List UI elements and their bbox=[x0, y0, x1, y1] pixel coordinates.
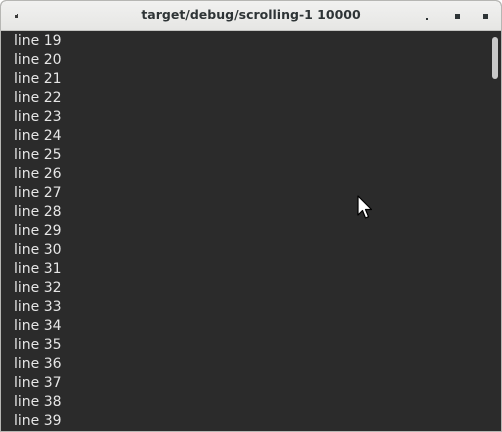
list-item: line 38 bbox=[14, 394, 62, 410]
list-item: line 32 bbox=[14, 280, 62, 296]
scrolling-content[interactable]: line 19 line 20 line 21 line 22 line 23 line … bbox=[1, 31, 501, 431]
list-item: line 24 bbox=[14, 128, 62, 144]
scrollbar-thumb[interactable] bbox=[492, 36, 498, 79]
list-item: line 27 bbox=[14, 185, 62, 201]
list-item: line 19 bbox=[14, 33, 62, 49]
list-item: line 34 bbox=[14, 318, 62, 334]
list-item: line 25 bbox=[14, 147, 62, 163]
line-list: line 19 line 20 line 21 line 22 line 23 line … bbox=[14, 32, 62, 431]
list-item: line 37 bbox=[14, 375, 62, 391]
maximize-icon[interactable] bbox=[449, 8, 465, 24]
app-window: target/debug/scrolling-1 10000 line 19 li… bbox=[0, 0, 502, 432]
close-icon[interactable] bbox=[477, 8, 493, 24]
title-bar[interactable]: target/debug/scrolling-1 10000 bbox=[1, 1, 501, 31]
list-item: line 35 bbox=[14, 337, 62, 353]
list-item: line 39 bbox=[14, 413, 62, 429]
list-item: line 33 bbox=[14, 299, 62, 315]
list-item: line 20 bbox=[14, 52, 62, 68]
list-item: line 21 bbox=[14, 71, 62, 87]
list-item: line 26 bbox=[14, 166, 62, 182]
list-item: line 23 bbox=[14, 109, 62, 125]
list-item: line 22 bbox=[14, 90, 62, 106]
list-item: line 29 bbox=[14, 223, 62, 239]
list-item: line 28 bbox=[14, 204, 62, 220]
list-item: line 31 bbox=[14, 261, 62, 277]
list-item: line 36 bbox=[14, 356, 62, 372]
vertical-scrollbar[interactable] bbox=[489, 31, 501, 431]
mouse-pointer-icon bbox=[357, 195, 375, 221]
minimize-icon[interactable] bbox=[420, 8, 436, 24]
list-item: line 30 bbox=[14, 242, 62, 258]
